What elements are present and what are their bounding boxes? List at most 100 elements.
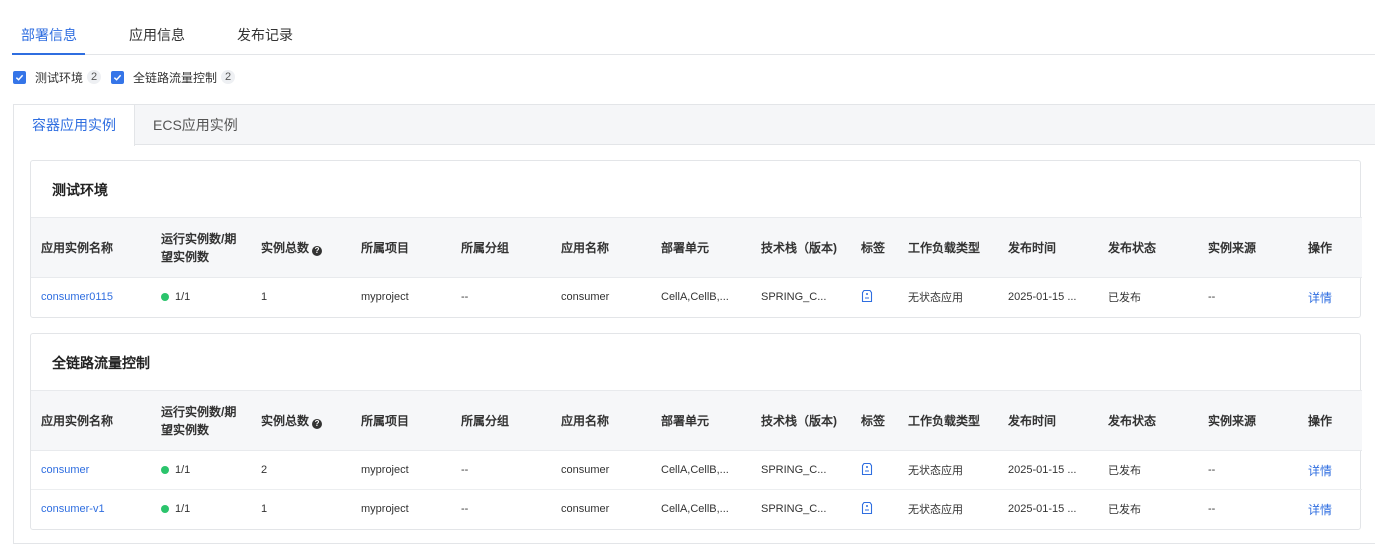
filter-count-badge: 2: [221, 70, 236, 84]
instance-name-link[interactable]: consumer: [41, 464, 89, 476]
instances-frame: 容器应用实例 ECS应用实例 测试环境 应用实例名称 运行实例数/期望实例数 实…: [13, 104, 1375, 544]
running-status-dot: [161, 293, 169, 302]
col-header: 发布状态: [1098, 390, 1198, 451]
instances-table: 应用实例名称 运行实例数/期望实例数 实例总数? 所属项目 所属分组 应用名称 …: [31, 217, 1362, 317]
col-header: 实例来源: [1198, 390, 1298, 451]
tab-container-instances[interactable]: 容器应用实例: [14, 105, 135, 146]
release-status: 已发布: [1108, 504, 1141, 517]
project: myproject: [361, 291, 409, 304]
col-header: 所属分组: [451, 390, 551, 451]
col-header: 操作: [1298, 217, 1362, 278]
panel-title: 测试环境: [52, 182, 108, 198]
col-header: 技术栈（版本): [751, 390, 851, 451]
instances-table: 应用实例名称 运行实例数/期望实例数 实例总数? 所属项目 所属分组 应用名称 …: [31, 390, 1362, 529]
release-status: 已发布: [1108, 292, 1141, 305]
col-header: 部署单元: [651, 390, 751, 451]
workload-type: 无状态应用: [898, 450, 998, 490]
tech-stack: SPRING_C...: [751, 450, 851, 490]
col-header: 所属分组: [451, 217, 551, 278]
table-row: consumer0115 1/1 1 myproject -- consumer…: [31, 278, 1362, 317]
col-header: 运行实例数/期望实例数: [151, 217, 251, 278]
details-link[interactable]: 详情: [1308, 464, 1332, 478]
col-header: 应用实例名称: [31, 390, 151, 451]
release-time: 2025-01-15 ...: [1008, 503, 1077, 516]
tech-stack: SPRING_C...: [761, 291, 827, 304]
running-count: 1/1: [175, 464, 191, 476]
tab-deploy-info[interactable]: 部署信息: [12, 0, 85, 55]
col-header: 标签: [851, 390, 898, 451]
total-count: 2: [251, 450, 351, 490]
total-count: 1: [261, 291, 268, 304]
col-header: 应用实例名称: [31, 217, 151, 278]
details-link[interactable]: 详情: [1308, 291, 1332, 305]
deploy-unit: CellA,CellB,...: [651, 450, 751, 490]
running-count: 1/1: [175, 291, 191, 304]
project: myproject: [351, 450, 451, 490]
workload-type: 无状态应用: [908, 504, 963, 517]
col-header: 操作: [1298, 390, 1362, 451]
running-count: 1/1: [175, 503, 191, 516]
instance-type-tabs: 容器应用实例 ECS应用实例: [14, 105, 1375, 146]
details-link[interactable]: 详情: [1308, 503, 1332, 517]
filter-label: 测试环境: [35, 70, 84, 85]
instance-name-link[interactable]: consumer0115: [41, 291, 113, 303]
col-header: 工作负载类型: [898, 217, 998, 278]
tag-icon[interactable]: [861, 501, 873, 515]
col-header: 标签: [851, 217, 898, 278]
tag-icon[interactable]: [861, 289, 873, 303]
running-status-dot: [161, 466, 169, 474]
col-header: 实例总数?: [251, 217, 351, 278]
col-header: 应用名称: [551, 390, 651, 451]
help-icon[interactable]: ?: [312, 245, 323, 256]
total-count: 1: [261, 503, 268, 516]
table-header-row: 应用实例名称 运行实例数/期望实例数 实例总数? 所属项目 所属分组 应用名称 …: [31, 390, 1362, 451]
release-time: 2025-01-15 ...: [1008, 291, 1077, 304]
filter-full-link-traffic[interactable]: 全链路流量控制 2: [111, 69, 236, 86]
app-name: consumer: [551, 450, 651, 490]
workload-type: 无状态应用: [908, 292, 963, 305]
checkbox-checked-icon[interactable]: [13, 70, 26, 84]
col-header: 运行实例数/期望实例数: [151, 390, 251, 451]
col-header: 部署单元: [651, 217, 751, 278]
deploy-unit: CellA,CellB,...: [661, 503, 729, 516]
col-header: 发布时间: [998, 390, 1098, 451]
deploy-unit: CellA,CellB,...: [661, 291, 729, 304]
release-time: 2025-01-15 ...: [998, 450, 1098, 490]
checkbox-checked-icon[interactable]: [111, 70, 125, 84]
table-row: consumer-v1 1/1 1 myproject -- consumer …: [31, 490, 1362, 529]
tab-ecs-instances[interactable]: ECS应用实例: [135, 105, 256, 145]
instance-source: --: [1198, 450, 1298, 490]
group: --: [461, 291, 469, 304]
table-row: consumer 1/1 2 myproject -- consumer Cel…: [31, 450, 1362, 490]
top-tab-bar: 部署信息 应用信息 发布记录: [12, 0, 1375, 55]
tab-release-records[interactable]: 发布记录: [229, 0, 301, 54]
col-header: 应用名称: [551, 217, 651, 278]
group: --: [461, 503, 469, 516]
env-panel-full-link: 全链路流量控制 应用实例名称 运行实例数/期望实例数 实例总数? 所属项目 所属…: [30, 333, 1362, 530]
col-header: 所属项目: [351, 217, 451, 278]
group: --: [451, 450, 551, 490]
app-name: consumer: [561, 503, 610, 516]
app-name: consumer: [561, 291, 610, 304]
filter-test-env[interactable]: 测试环境 2: [13, 69, 102, 86]
instance-source: --: [1208, 291, 1216, 304]
filter-label: 全链路流量控制: [133, 70, 218, 85]
col-header: 发布时间: [998, 217, 1098, 278]
project: myproject: [361, 503, 409, 516]
col-header: 工作负载类型: [898, 390, 998, 451]
tag-icon[interactable]: [861, 462, 873, 476]
col-header: 所属项目: [351, 390, 451, 451]
table-header-row: 应用实例名称 运行实例数/期望实例数 实例总数? 所属项目 所属分组 应用名称 …: [31, 217, 1362, 278]
env-filters: 测试环境 2 全链路流量控制 2: [13, 69, 245, 85]
release-status: 已发布: [1098, 450, 1198, 490]
col-header: 发布状态: [1098, 217, 1198, 278]
running-status-dot: [161, 505, 169, 514]
panel-title: 全链路流量控制: [52, 355, 150, 371]
instance-name-link[interactable]: consumer-v1: [41, 503, 105, 515]
col-header: 实例总数?: [251, 390, 351, 451]
tab-app-info[interactable]: 应用信息: [121, 0, 193, 54]
filter-count-badge: 2: [87, 70, 102, 84]
help-icon[interactable]: ?: [312, 418, 323, 429]
col-header: 技术栈（版本): [751, 217, 851, 278]
instance-source: --: [1208, 503, 1216, 516]
